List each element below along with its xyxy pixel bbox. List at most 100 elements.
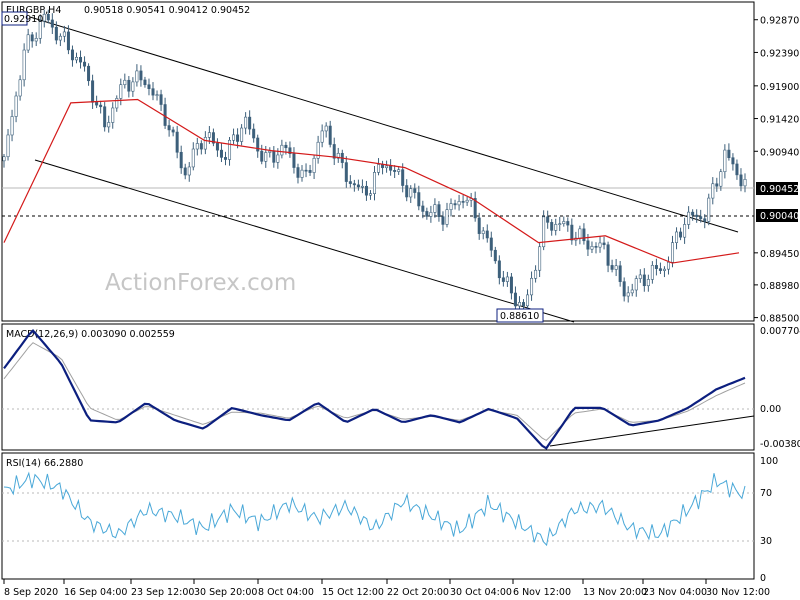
candle-body: [260, 150, 264, 162]
candle-body: [437, 204, 441, 217]
candle-body: [324, 125, 328, 132]
candle-body: [356, 184, 360, 188]
candle-body: [493, 249, 497, 262]
candle-body: [50, 19, 54, 28]
candle-body: [135, 70, 139, 83]
candle-body: [703, 218, 707, 222]
candle-body: [372, 172, 376, 194]
candle-body: [236, 134, 240, 142]
candle: [22, 43, 26, 87]
candle-body: [6, 134, 10, 158]
candle-body: [344, 162, 348, 182]
candle-body: [558, 223, 562, 225]
price-tick-label: 0.92390: [760, 48, 799, 59]
candle-body: [147, 84, 151, 89]
candle-body: [675, 231, 679, 243]
candle-body: [272, 150, 276, 163]
candle-body: [546, 216, 550, 223]
candle-body: [264, 152, 268, 162]
candle-body: [352, 183, 356, 186]
support-price-text: 0.90040: [760, 211, 799, 222]
candle-body: [111, 107, 115, 123]
candle-body: [83, 61, 87, 67]
candle-body: [707, 197, 711, 222]
candle-body: [280, 144, 284, 156]
candle-body: [441, 216, 445, 225]
candle-body: [401, 169, 405, 186]
price-tick-label: 0.91900: [760, 82, 799, 93]
candle-body: [397, 169, 401, 172]
candle-body: [360, 185, 364, 188]
rsi-tick-100: 100: [760, 456, 778, 467]
candle-body: [381, 164, 385, 169]
candle-body: [163, 104, 167, 126]
candle: [707, 193, 711, 226]
candle-body: [602, 242, 606, 246]
candle-body: [183, 167, 187, 176]
candle-body: [715, 183, 719, 187]
candle-body: [618, 265, 622, 282]
candle-body: [207, 132, 211, 138]
time-tick-label: 23 Nov 04:00: [643, 587, 707, 598]
candle-body: [175, 131, 179, 153]
candle-body: [10, 116, 14, 136]
candle-body: [74, 56, 78, 61]
candle-body: [95, 102, 99, 106]
candle-body: [654, 265, 658, 269]
candle-body: [449, 203, 453, 210]
candle-body: [570, 224, 574, 241]
watermark: ActionForex.com: [105, 270, 296, 296]
candle-body: [248, 116, 252, 130]
price-tick-label: 0.90940: [760, 147, 799, 158]
candle-body: [526, 294, 530, 307]
candle-body: [54, 26, 58, 41]
low-marker-text: 0.88610: [500, 311, 539, 322]
candle-body: [308, 170, 312, 173]
candle-body: [91, 80, 95, 103]
candle-body: [22, 49, 26, 81]
candle-body: [223, 157, 227, 160]
candle-body: [409, 188, 413, 198]
candle-body: [534, 269, 538, 279]
candle-body: [731, 157, 735, 165]
candle-body: [219, 149, 223, 158]
candle-body: [268, 150, 272, 153]
candle-body: [167, 125, 171, 131]
candle-body: [485, 230, 489, 239]
candle-body: [638, 274, 642, 279]
candle-body: [199, 143, 203, 150]
candle-body: [646, 279, 650, 287]
rsi-title: RSI(14) 66.2880: [6, 458, 83, 469]
candle-body: [79, 56, 83, 63]
candle-body: [530, 277, 534, 296]
candle-body: [179, 151, 183, 169]
candle-body: [695, 214, 699, 217]
candle-body: [228, 139, 232, 160]
time-tick-label: 13 Nov 20:00: [583, 587, 647, 598]
candle-body: [2, 156, 6, 162]
candle-body: [594, 246, 598, 248]
rsi-tick-30: 30: [760, 536, 772, 547]
rsi-panel: [1, 452, 755, 580]
candle-body: [276, 154, 280, 163]
candle-body: [123, 79, 127, 85]
candle-body: [127, 79, 131, 92]
candle-body: [187, 166, 191, 176]
candle-body: [191, 148, 195, 168]
candle-body: [517, 302, 521, 307]
candle-body: [99, 104, 103, 108]
candle-body: [735, 163, 739, 176]
candle-body: [417, 192, 421, 207]
chart-root: ActionForex.com EURGBP,H4 0.90518 0.9054…: [0, 0, 800, 600]
candle-body: [232, 134, 236, 141]
time-tick-label: 6 Nov 12:00: [513, 587, 571, 598]
candle-body: [453, 203, 457, 206]
candle-body: [509, 276, 513, 294]
candle-body: [389, 165, 393, 171]
high-marker-text: 0.92910: [4, 14, 43, 25]
candle-body: [215, 142, 219, 151]
time-tick-label: 30 Sep 20:00: [194, 587, 257, 598]
candle-body: [34, 38, 38, 42]
candle-body: [143, 79, 147, 86]
candle-body: [70, 49, 74, 61]
